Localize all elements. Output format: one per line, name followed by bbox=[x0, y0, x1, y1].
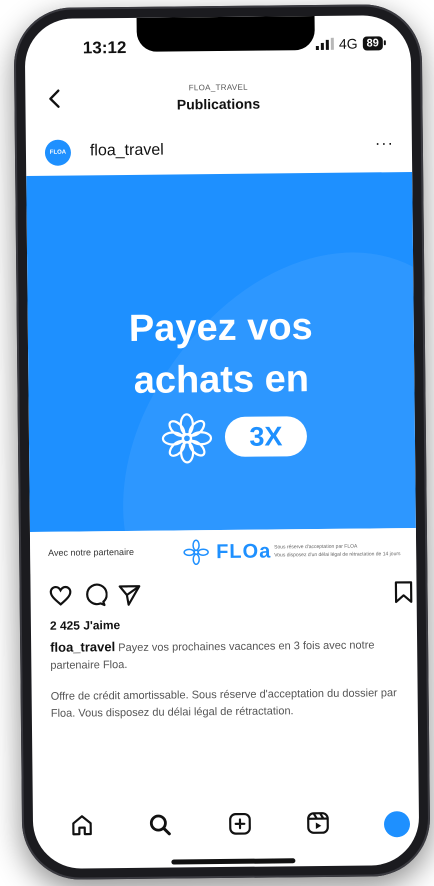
caption-username[interactable]: floa_travel bbox=[50, 639, 115, 655]
post-caption: floa_travel Payez vos prochaines vacance… bbox=[50, 635, 397, 675]
share-icon[interactable] bbox=[116, 582, 142, 608]
home-icon[interactable] bbox=[69, 812, 95, 838]
notch bbox=[136, 16, 315, 52]
flower-icon bbox=[161, 413, 213, 464]
bottom-nav bbox=[33, 801, 419, 849]
heart-icon[interactable] bbox=[47, 583, 73, 609]
partner-strip: Avec notre partenaire FLOa Sous réserve … bbox=[29, 527, 417, 575]
partner-legal-line-2: Vous disposez d'un délai légal de rétrac… bbox=[274, 551, 401, 559]
screen: 13:12 4G 89 FLOA_TRAVEL Publications FLO… bbox=[24, 15, 420, 869]
comment-icon[interactable] bbox=[81, 582, 108, 608]
likes-count[interactable]: 2 425 J'aime bbox=[50, 618, 120, 633]
badge-3x: 3X bbox=[224, 416, 308, 457]
partner-legal-line-1: Sous réserve d'acceptation par FLOA bbox=[274, 543, 358, 551]
phone-frame: 13:12 4G 89 FLOA_TRAVEL Publications FLO… bbox=[13, 3, 431, 881]
signal-icon bbox=[315, 37, 334, 50]
page-title: Publications bbox=[176, 95, 261, 113]
profile-icon[interactable] bbox=[383, 811, 411, 838]
reels-icon[interactable] bbox=[305, 810, 331, 836]
battery-icon: 89 bbox=[362, 36, 383, 51]
banner-headline: Payez vos achats en bbox=[28, 300, 415, 408]
network-label: 4G bbox=[338, 35, 358, 52]
post-disclaimer: Offre de crédit amortissable. Sous réser… bbox=[50, 687, 397, 720]
partner-label: Avec notre partenaire bbox=[48, 546, 135, 558]
headline-line-1: Payez vos bbox=[128, 306, 313, 350]
account-name: FLOA_TRAVEL bbox=[188, 82, 248, 93]
home-indicator bbox=[171, 858, 296, 865]
post-image[interactable]: Payez vos achats en 3X bbox=[26, 171, 416, 533]
headline-line-2: achats en bbox=[133, 358, 310, 402]
status-time: 13:12 bbox=[82, 37, 127, 58]
more-icon[interactable]: ··· bbox=[375, 135, 394, 153]
avatar[interactable]: FLOA bbox=[44, 139, 72, 166]
post-header: FLOA floa_travel ··· bbox=[26, 127, 412, 169]
status-indicators: 4G 89 bbox=[315, 35, 383, 52]
top-bar: FLOA_TRAVEL Publications bbox=[25, 77, 411, 121]
post-username[interactable]: floa_travel bbox=[90, 142, 164, 161]
bookmark-icon[interactable] bbox=[390, 579, 416, 605]
floa-logo-icon bbox=[183, 539, 209, 566]
post-actions bbox=[30, 575, 416, 615]
search-icon[interactable] bbox=[147, 812, 173, 838]
partner-brand: FLOa bbox=[216, 540, 272, 564]
add-icon[interactable] bbox=[227, 811, 253, 837]
